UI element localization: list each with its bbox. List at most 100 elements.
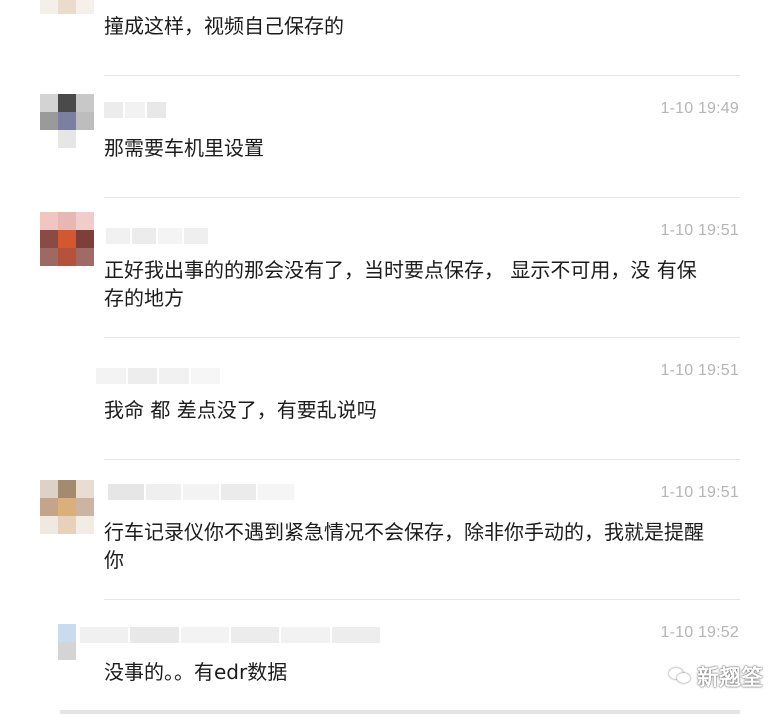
avatar-pixel — [40, 112, 58, 130]
avatar-pixel — [58, 660, 76, 678]
username-blur-block — [125, 102, 145, 118]
comment-time: 1-10 19:51 — [660, 362, 739, 379]
comment-text: 行车记录仪你不遇到紧急情况不会保存，除非你手动的，我就是提醒你 — [104, 520, 704, 572]
username-blur-block — [146, 102, 166, 118]
avatar-pixel — [76, 230, 94, 248]
avatar-pixel — [40, 388, 58, 406]
username-blur-block — [158, 228, 182, 244]
username-blur-block — [96, 368, 126, 384]
comment-text: 我命 都 差点没了，有要乱说吗 — [104, 398, 377, 422]
divider — [104, 599, 740, 600]
avatar-pixel — [76, 660, 94, 678]
avatar-pixel — [40, 230, 58, 248]
scrollbar[interactable] — [60, 710, 740, 714]
username-blur-block — [281, 627, 330, 643]
avatar-pixel — [58, 112, 76, 130]
avatar-pixel — [58, 248, 76, 266]
username-blurred[interactable] — [108, 484, 294, 500]
avatar-pixel — [58, 516, 76, 534]
avatar-pixel — [76, 0, 94, 14]
avatar[interactable] — [40, 94, 94, 148]
avatar-pixel — [40, 370, 58, 388]
avatar-pixel — [76, 130, 94, 148]
avatar[interactable] — [40, 0, 94, 32]
avatar-pixel — [58, 0, 76, 14]
username-blur-block — [230, 627, 280, 643]
avatar-pixel — [40, 516, 58, 534]
username-blur-block — [159, 368, 189, 384]
username-blur-block — [183, 484, 219, 500]
avatar-pixel — [58, 642, 76, 660]
username-blur-block — [220, 484, 257, 500]
avatar-pixel — [58, 480, 76, 498]
avatar-pixel — [40, 94, 58, 112]
avatar-pixel — [58, 498, 76, 516]
avatar-pixel — [76, 94, 94, 112]
username-blur-block — [108, 484, 144, 500]
username-blur-block — [80, 627, 129, 643]
avatar-pixel — [76, 516, 94, 534]
divider — [104, 459, 740, 460]
avatar-pixel — [58, 352, 76, 370]
username-blurred[interactable] — [80, 627, 380, 643]
comment-text: 没事的。。有edr数据 — [104, 660, 288, 684]
avatar-pixel — [76, 352, 94, 370]
comment-text: 正好我出事的的那会没有了，当时要点保存， 显示不可用，没 有保存的地方 — [104, 258, 697, 310]
wechat-icon — [668, 667, 691, 685]
watermark: 新翘筌 — [668, 660, 763, 692]
comment-time: 1-10 19:49 — [660, 100, 739, 117]
avatar-pixel — [76, 112, 94, 130]
username-blurred[interactable] — [104, 102, 166, 118]
avatar-pixel — [76, 498, 94, 516]
comment-time: 1-10 19:51 — [660, 484, 739, 501]
avatar-pixel — [58, 230, 76, 248]
username-blur-block — [132, 228, 156, 244]
avatar-pixel — [58, 130, 76, 148]
avatar-pixel — [76, 480, 94, 498]
divider — [104, 197, 740, 198]
avatar-pixel — [40, 498, 58, 516]
avatar-pixel — [40, 660, 58, 678]
divider — [104, 337, 740, 338]
username-blur-block — [104, 102, 124, 118]
avatar-pixel — [76, 248, 94, 266]
username-blurred[interactable] — [106, 228, 208, 244]
avatar-pixel — [40, 624, 58, 642]
username-blur-block — [190, 368, 220, 384]
avatar[interactable] — [40, 212, 94, 266]
username-blur-block — [331, 627, 380, 643]
avatar[interactable] — [40, 480, 94, 534]
avatar-pixel — [40, 14, 58, 32]
avatar-pixel — [76, 14, 94, 32]
username-blur-block — [145, 484, 182, 500]
username-blur-block — [180, 627, 229, 643]
username-blur-block — [184, 228, 208, 244]
avatar-pixel — [40, 0, 58, 14]
comment-text: 撞成这样，视频自己保存的 — [104, 14, 344, 38]
avatar-pixel — [58, 212, 76, 230]
avatar-pixel — [58, 14, 76, 32]
avatar-pixel — [58, 624, 76, 642]
username-blur-block — [130, 627, 179, 643]
avatar-pixel — [76, 370, 94, 388]
divider — [104, 75, 740, 76]
avatar-pixel — [58, 388, 76, 406]
comment-time: 1-10 19:52 — [660, 624, 739, 641]
comment-time: 1-10 19:51 — [660, 222, 739, 239]
avatar-pixel — [76, 212, 94, 230]
comment-text: 那需要车机里设置 — [104, 136, 264, 160]
avatar[interactable] — [40, 352, 94, 406]
avatar-pixel — [76, 642, 94, 660]
avatar-pixel — [58, 94, 76, 112]
avatar-pixel — [40, 480, 58, 498]
avatar-pixel — [40, 212, 58, 230]
username-blurred[interactable] — [96, 368, 220, 384]
avatar-pixel — [40, 642, 58, 660]
avatar-pixel — [58, 370, 76, 388]
username-blur-block — [258, 484, 294, 500]
username-blur-block — [106, 228, 130, 244]
avatar-pixel — [40, 130, 58, 148]
avatar-pixel — [76, 388, 94, 406]
avatar-pixel — [40, 248, 58, 266]
avatar-pixel — [40, 352, 58, 370]
